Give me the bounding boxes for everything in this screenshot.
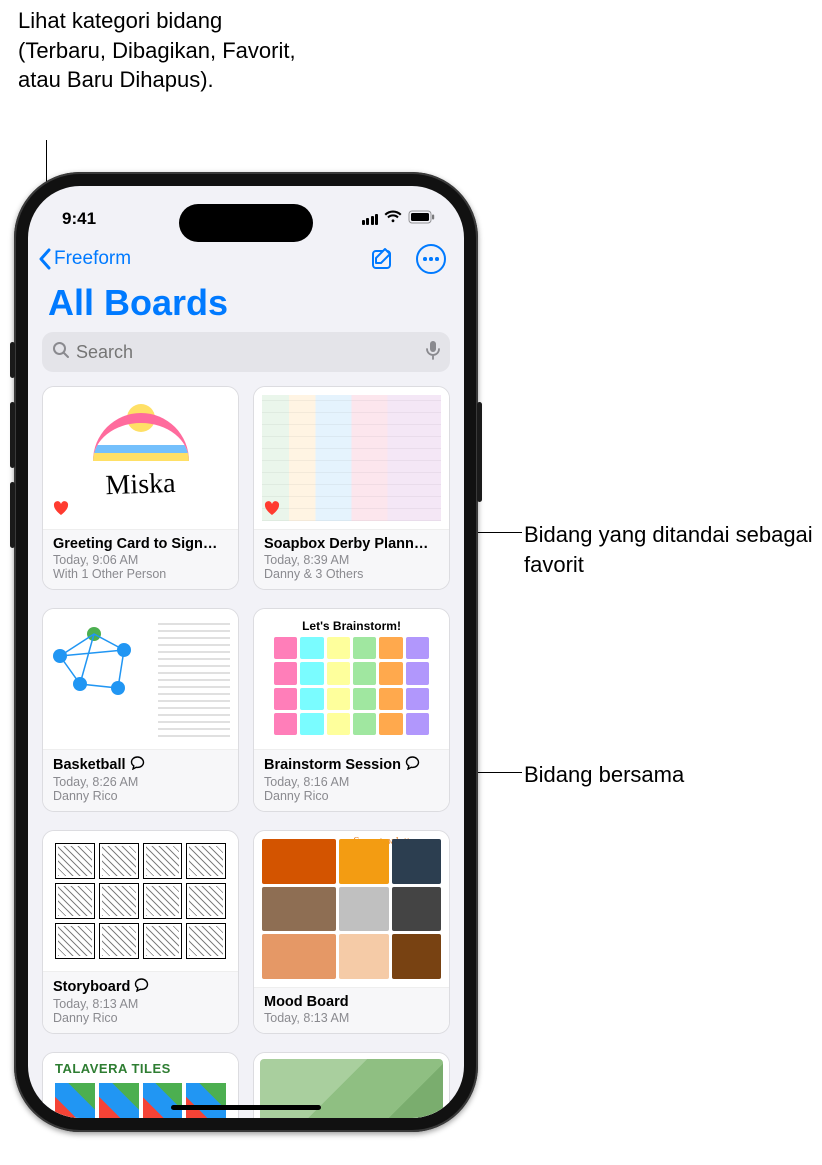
board-card[interactable]: Soapbox Derby Plann… Today, 8:39 AM Dann… xyxy=(253,386,450,590)
shared-icon xyxy=(134,978,149,996)
board-thumbnail: Let's Brainstorm! xyxy=(254,609,449,750)
heart-icon xyxy=(53,501,69,521)
callout-categories: Lihat kategori bidang (Terbaru, Dibagika… xyxy=(18,6,298,95)
board-card[interactable]: Miska Greeting Card to Sign… Today, 9:06… xyxy=(42,386,239,590)
board-time: Today, 8:13 AM xyxy=(53,997,228,1011)
status-time: 9:41 xyxy=(62,209,96,229)
search-input[interactable] xyxy=(76,342,420,363)
board-thumbnail: Miska xyxy=(43,387,238,530)
board-title: Greeting Card to Sign… xyxy=(53,536,217,552)
iphone-frame: 9:41 Freeform xyxy=(14,172,478,1132)
shared-icon xyxy=(405,756,420,774)
search-field[interactable] xyxy=(42,332,450,372)
board-time: Today, 9:06 AM xyxy=(53,553,228,567)
board-subtitle: Danny & 3 Others xyxy=(264,567,439,581)
mic-icon[interactable] xyxy=(426,340,440,365)
screen: 9:41 Freeform xyxy=(28,186,464,1118)
board-card[interactable]: Basketball Today, 8:26 AM Danny Rico xyxy=(42,608,239,812)
board-card[interactable]: Storyboard Today, 8:13 AM Danny Rico xyxy=(42,830,239,1034)
board-title: Mood Board xyxy=(264,994,349,1010)
board-thumbnail: Sunset palettes xyxy=(254,831,449,988)
thumb-heading: TALAVERA TILES xyxy=(55,1061,171,1076)
board-time: Today, 8:39 AM xyxy=(264,553,439,567)
shared-icon xyxy=(130,756,145,774)
board-title: Storyboard xyxy=(53,979,130,995)
board-title: Soapbox Derby Plann… xyxy=(264,536,428,552)
back-label: Freeform xyxy=(54,248,131,270)
boards-grid: Miska Greeting Card to Sign… Today, 9:06… xyxy=(28,382,464,1118)
thumb-heading: Let's Brainstorm! xyxy=(254,619,449,633)
board-subtitle: With 1 Other Person xyxy=(53,567,228,581)
board-card[interactable]: Sunset palettes Mood Board Today, 8:13 A… xyxy=(253,830,450,1034)
more-button[interactable] xyxy=(416,244,446,274)
board-subtitle: Danny Rico xyxy=(53,789,228,803)
page-title: All Boards xyxy=(28,278,464,332)
board-subtitle: Danny Rico xyxy=(53,1011,228,1025)
heart-icon xyxy=(264,501,280,521)
callout-shared: Bidang bersama xyxy=(524,760,684,790)
nav-bar: Freeform xyxy=(28,242,464,278)
new-board-button[interactable] xyxy=(370,246,396,272)
board-thumbnail xyxy=(254,387,449,530)
board-time: Today, 8:26 AM xyxy=(53,775,228,789)
callout-favorite: Bidang yang ditandai sebagai favorit xyxy=(524,520,814,579)
board-title: Brainstorm Session xyxy=(264,757,401,773)
cellular-icon xyxy=(362,213,379,225)
board-time: Today, 8:16 AM xyxy=(264,775,439,789)
wifi-icon xyxy=(384,209,402,229)
compose-icon xyxy=(370,246,396,272)
search-icon xyxy=(52,341,70,364)
battery-icon xyxy=(408,209,436,229)
board-card[interactable]: Let's Brainstorm! Brainstorm Session Tod… xyxy=(253,608,450,812)
chevron-left-icon xyxy=(38,248,52,270)
board-subtitle: Danny Rico xyxy=(264,789,439,803)
board-thumbnail xyxy=(43,609,238,750)
board-time: Today, 8:13 AM xyxy=(264,1011,439,1025)
dynamic-island xyxy=(179,204,313,242)
home-indicator[interactable] xyxy=(171,1105,321,1110)
board-title: Basketball xyxy=(53,757,126,773)
back-button[interactable]: Freeform xyxy=(38,248,131,270)
board-thumbnail xyxy=(43,831,238,972)
